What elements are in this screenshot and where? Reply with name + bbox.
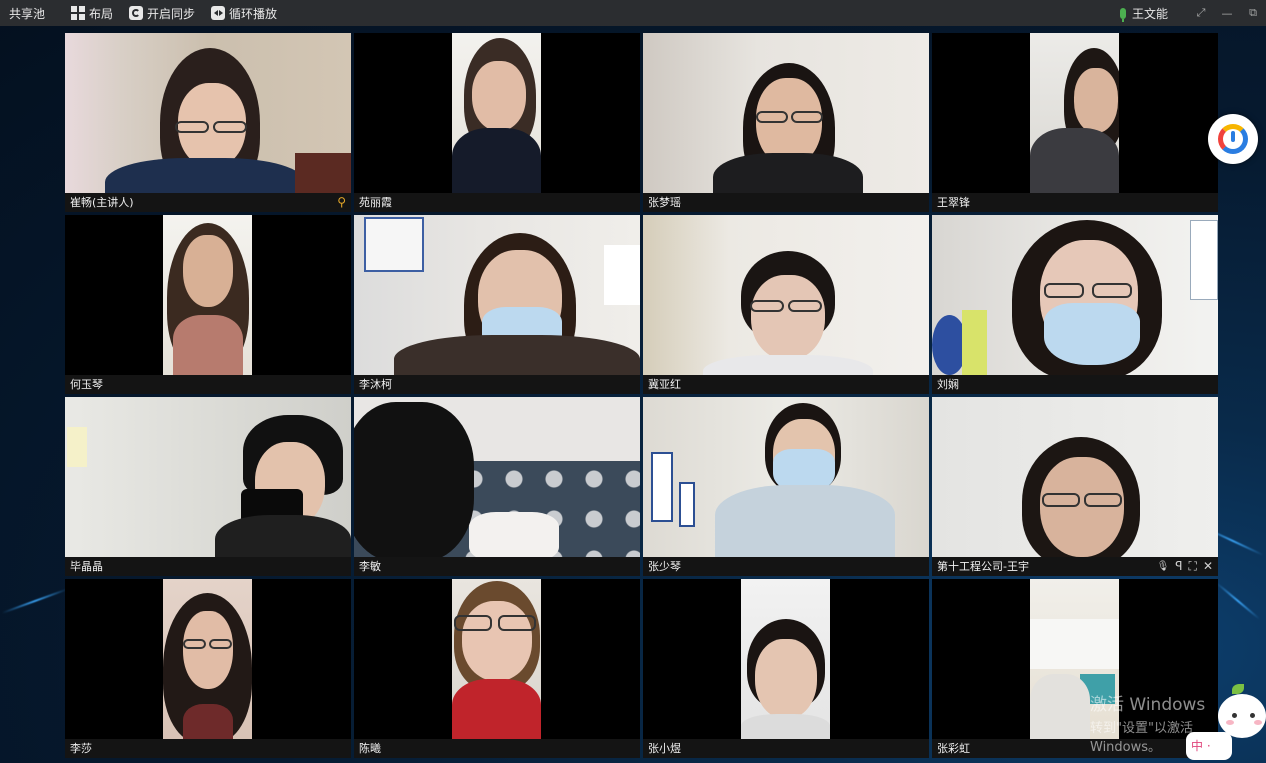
minimize-button[interactable]: —	[1214, 7, 1240, 20]
loop-play-button[interactable]: 循环播放	[211, 5, 277, 22]
video-feed	[452, 579, 541, 739]
participant-caption: 李沐柯	[354, 375, 640, 394]
participant-name: 王翠锋	[937, 196, 970, 209]
participant-name: 第十工程公司-王宇	[937, 560, 1029, 573]
video-feed	[452, 33, 541, 193]
participant-caption: 李莎	[65, 739, 351, 758]
video-feed	[163, 215, 252, 375]
sync-icon	[129, 6, 144, 20]
participant-name: 张少琴	[648, 560, 681, 573]
background-streak	[1215, 582, 1261, 620]
video-tile[interactable]: 冀亚红	[643, 215, 929, 394]
participant-caption: 李敏	[354, 557, 640, 576]
video-tile[interactable]: 张梦瑶	[643, 33, 929, 212]
video-feed	[643, 215, 929, 375]
sync-label: 开启同步	[147, 6, 196, 21]
fullscreen-icon[interactable]: ⛶	[1189, 557, 1197, 576]
participant-caption: 毕晶晶	[65, 557, 351, 576]
video-tile[interactable]: 陈曦	[354, 579, 640, 758]
participant-caption: 刘娴	[932, 375, 1218, 394]
video-feed	[65, 397, 351, 557]
input-mode-badge[interactable]: 中 ·	[1186, 732, 1232, 760]
video-tile[interactable]: 李沐柯	[354, 215, 640, 394]
input-method-mascot[interactable]: 中 ·	[1186, 680, 1266, 763]
participant-caption: 崔畅(主讲人) ⚲	[65, 193, 351, 212]
video-feed	[643, 33, 929, 193]
participant-caption: 张少琴	[643, 557, 929, 576]
video-tile[interactable]: 张少琴	[643, 397, 929, 576]
participant-name: 刘娴	[937, 378, 959, 391]
mascot-cheek	[1254, 720, 1262, 725]
close-icon[interactable]: ✕	[1203, 557, 1213, 576]
mascot-cheek	[1226, 720, 1234, 725]
video-grid: 崔畅(主讲人) ⚲ 苑丽霞 张梦瑶 王翠锋 何玉琴 李沐柯 冀亚红 刘娴 毕晶晶…	[65, 33, 1218, 758]
participant-caption: 王翠锋	[932, 193, 1218, 212]
layout-button[interactable]: 布局	[71, 5, 113, 22]
video-feed	[354, 397, 640, 557]
video-feed	[932, 397, 1218, 557]
participant-name: 李莎	[70, 742, 92, 755]
pin-icon[interactable]: ꟼ	[1175, 557, 1182, 576]
participant-name: 苑丽霞	[359, 196, 392, 209]
participant-name: 崔畅(主讲人)	[70, 196, 134, 209]
app-window: 共享池 布局 开启同步 循环播放 王文能 ⤢ — ⧉ 崔畅(主讲人) ⚲ 苑丽霞…	[0, 0, 1266, 763]
mute-mic-icon[interactable]: 🎙	[1157, 557, 1170, 576]
video-tile[interactable]: 苑丽霞	[354, 33, 640, 212]
participant-caption: 张梦瑶	[643, 193, 929, 212]
pin-icon[interactable]: ⚲	[337, 193, 346, 212]
participant-name: 冀亚红	[648, 378, 681, 391]
video-tile[interactable]: 第十工程公司-王宇 🎙 ꟼ ⛶ ✕	[932, 397, 1218, 576]
participant-caption: 张小煜	[643, 739, 929, 758]
sync-button[interactable]: 开启同步	[129, 5, 195, 22]
leaf-icon	[1232, 684, 1244, 694]
loop-play-label: 循环播放	[229, 6, 278, 21]
participant-name: 张小煜	[648, 742, 681, 755]
video-feed	[354, 215, 640, 375]
video-tile[interactable]: 王翠锋	[932, 33, 1218, 212]
video-feed	[741, 579, 830, 739]
expand-window-button[interactable]: ⤢	[1188, 6, 1214, 20]
video-tile[interactable]: 李敏	[354, 397, 640, 576]
mascot-eye	[1250, 713, 1255, 718]
participant-name: 张彩虹	[937, 742, 970, 755]
layout-label: 布局	[89, 6, 114, 21]
video-tile[interactable]: 毕晶晶	[65, 397, 351, 576]
participant-caption: 第十工程公司-王宇 🎙 ꟼ ⛶ ✕	[932, 557, 1218, 576]
loop-play-icon	[211, 6, 226, 20]
video-tile[interactable]: 李莎	[65, 579, 351, 758]
participant-name: 李沐柯	[359, 378, 392, 391]
background-streak	[1, 588, 69, 614]
video-feed	[643, 397, 929, 557]
participant-name: 毕晶晶	[70, 560, 103, 573]
grid-layout-icon	[71, 6, 86, 20]
video-tile[interactable]: 张小煜	[643, 579, 929, 758]
participant-name: 何玉琴	[70, 378, 103, 391]
video-tile[interactable]: 崔畅(主讲人) ⚲	[65, 33, 351, 212]
participant-caption: 何玉琴	[65, 375, 351, 394]
microphone-icon[interactable]	[1119, 7, 1126, 22]
participant-name: 陈曦	[359, 742, 381, 755]
participant-caption: 冀亚红	[643, 375, 929, 394]
participant-caption: 陈曦	[354, 739, 640, 758]
participant-caption: 苑丽霞	[354, 193, 640, 212]
video-feed	[65, 33, 351, 193]
participant-name: 李敏	[359, 560, 381, 573]
restore-button[interactable]: ⧉	[1240, 6, 1266, 20]
video-feed	[163, 579, 252, 739]
video-tile[interactable]: 刘娴	[932, 215, 1218, 394]
video-feed	[1030, 33, 1119, 193]
video-tile[interactable]: 何玉琴	[65, 215, 351, 394]
top-toolbar: 共享池 布局 开启同步 循环播放 王文能 ⤢ — ⧉	[0, 0, 1266, 26]
host-name: 王文能	[1131, 6, 1168, 21]
app-title: 共享池	[9, 6, 46, 21]
floating-assistant-button[interactable]	[1208, 114, 1258, 164]
participant-name: 张梦瑶	[648, 196, 681, 209]
video-feed	[932, 215, 1218, 375]
mascot-eye	[1232, 713, 1237, 718]
